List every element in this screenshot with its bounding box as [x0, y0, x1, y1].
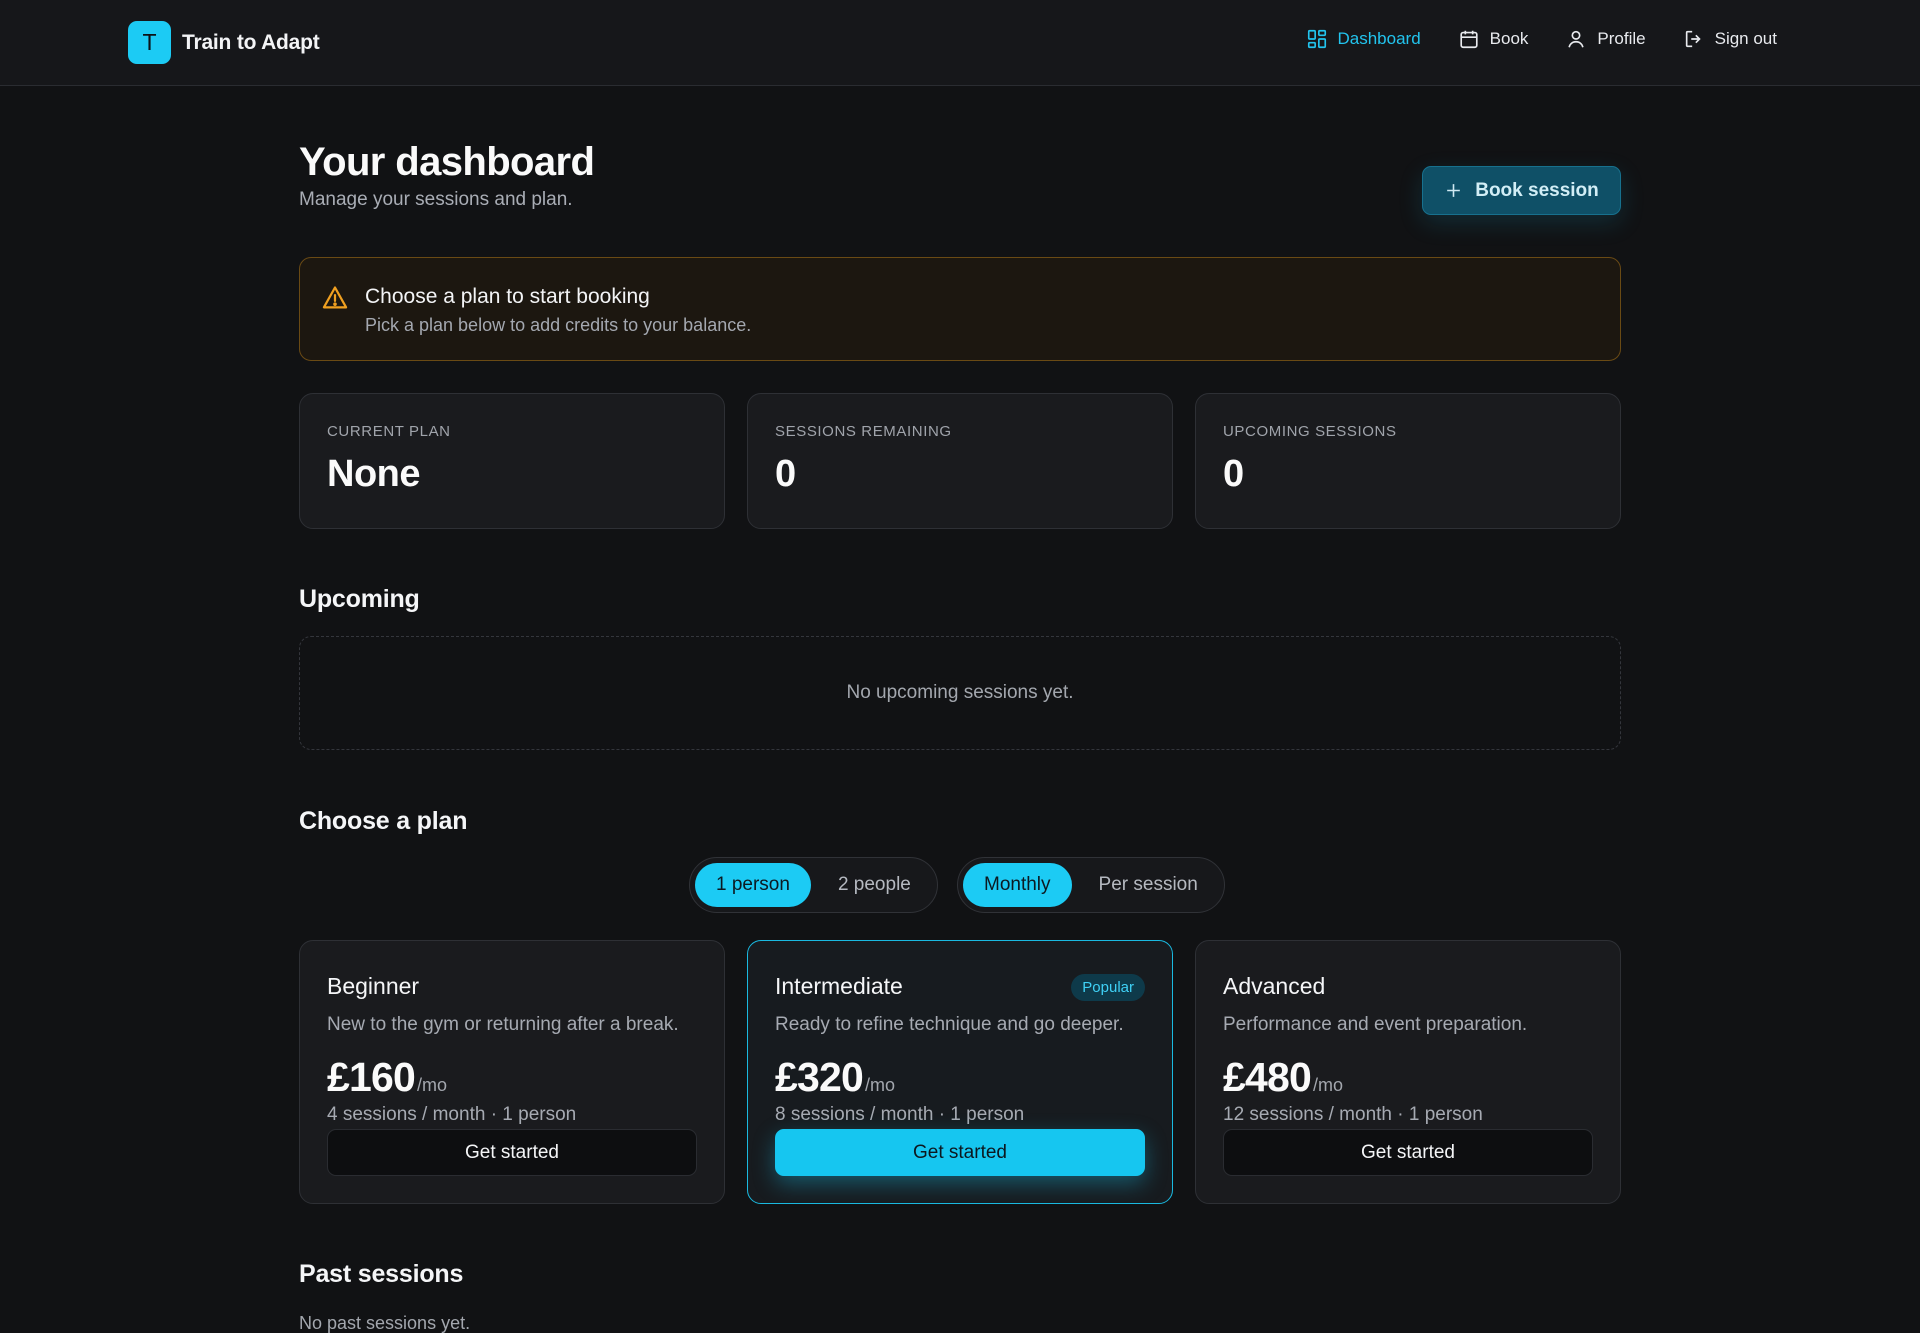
stat-card-sessions-remaining: SESSIONS REMAINING 0	[747, 393, 1173, 529]
plan-period: /mo	[1313, 1075, 1344, 1095]
stat-label: UPCOMING SESSIONS	[1223, 423, 1397, 440]
stat-value: 0	[775, 453, 796, 495]
nav-item-label: Sign out	[1714, 29, 1777, 48]
plan-description: Ready to refine technique and go deeper.	[775, 1014, 1124, 1035]
popular-badge: Popular	[1071, 974, 1145, 1001]
plans-section-title: Choose a plan	[299, 807, 468, 835]
page-subtitle: Manage your sessions and plan.	[299, 189, 573, 210]
plan-card-advanced: Advanced Performance and event preparati…	[1195, 940, 1621, 1204]
upcoming-section-title: Upcoming	[299, 585, 420, 613]
billing-toggle: Monthly Per session	[957, 857, 1225, 913]
nav-item-label: Dashboard	[1337, 29, 1421, 48]
page-title: Your dashboard	[299, 140, 595, 184]
plan-period: /mo	[417, 1075, 448, 1095]
people-toggle: 1 person 2 people	[689, 857, 938, 913]
nav-item-dashboard[interactable]: Dashboard	[1306, 28, 1421, 50]
plan-card-intermediate: Intermediate Popular Ready to refine tec…	[747, 940, 1173, 1204]
nav-item-profile[interactable]: Profile	[1565, 28, 1646, 50]
plus-icon	[1444, 181, 1463, 200]
stat-label: CURRENT PLAN	[327, 423, 451, 440]
plan-description: New to the gym or returning after a brea…	[327, 1014, 679, 1035]
alert-title: Choose a plan to start booking	[365, 285, 650, 308]
plan-price: £480 /mo	[1223, 1054, 1343, 1101]
toggle-option-1-person[interactable]: 1 person	[695, 863, 811, 907]
plan-meta: 8 sessions / month · 1 person	[775, 1104, 1025, 1125]
plan-amount: £160	[327, 1054, 416, 1100]
plan-price: £320 /mo	[775, 1054, 895, 1101]
alert-text: Pick a plan below to add credits to your…	[365, 315, 752, 335]
sign-out-icon	[1683, 28, 1705, 50]
stat-card-upcoming-sessions: UPCOMING SESSIONS 0	[1195, 393, 1621, 529]
stat-label: SESSIONS REMAINING	[775, 423, 952, 440]
get-started-button[interactable]: Get started	[327, 1129, 697, 1176]
toggle-option-per-session[interactable]: Per session	[1078, 863, 1219, 907]
grid-icon	[1306, 28, 1328, 50]
upcoming-empty-state: No upcoming sessions yet.	[299, 636, 1621, 750]
top-navigation-bar: T Train to Adapt Dashboard Book Profile …	[0, 0, 1920, 86]
toggle-option-monthly[interactable]: Monthly	[963, 863, 1072, 907]
brand[interactable]: T Train to Adapt	[128, 21, 320, 64]
nav-item-label: Book	[1489, 29, 1529, 48]
nav-item-label: Profile	[1597, 29, 1646, 48]
stat-value: None	[327, 453, 421, 495]
nav-item-book[interactable]: Book	[1458, 28, 1529, 50]
plan-amount: £480	[1223, 1054, 1312, 1100]
plan-required-alert: Choose a plan to start booking Pick a pl…	[299, 257, 1621, 361]
stat-card-current-plan: CURRENT PLAN None	[299, 393, 725, 529]
brand-name: Train to Adapt	[182, 30, 320, 54]
plan-name: Beginner	[327, 973, 420, 999]
plan-period: /mo	[865, 1075, 896, 1095]
past-sessions-title: Past sessions	[299, 1260, 464, 1288]
nav-item-sign-out[interactable]: Sign out	[1683, 28, 1777, 50]
plan-name: Intermediate	[775, 973, 903, 999]
plan-meta: 12 sessions / month · 1 person	[1223, 1104, 1483, 1125]
calendar-icon	[1458, 28, 1480, 50]
plan-amount: £320	[775, 1054, 864, 1100]
warning-triangle-icon	[321, 284, 349, 312]
past-sessions-empty-state: No past sessions yet.	[299, 1313, 471, 1333]
plan-name: Advanced	[1223, 973, 1326, 999]
book-session-label: Book session	[1475, 179, 1599, 201]
plan-price: £160 /mo	[327, 1054, 447, 1101]
book-session-button[interactable]: Book session	[1422, 166, 1621, 215]
plan-description: Performance and event preparation.	[1223, 1014, 1528, 1035]
plan-meta: 4 sessions / month · 1 person	[327, 1104, 577, 1125]
get-started-button[interactable]: Get started	[775, 1129, 1145, 1176]
get-started-button[interactable]: Get started	[1223, 1129, 1593, 1176]
brand-logo: T	[128, 21, 171, 64]
main-nav: Dashboard Book Profile Sign out	[1306, 28, 1777, 50]
plan-card-beginner: Beginner New to the gym or returning aft…	[299, 940, 725, 1204]
stat-value: 0	[1223, 453, 1244, 495]
toggle-option-2-people[interactable]: 2 people	[817, 863, 932, 907]
user-icon	[1565, 28, 1587, 50]
